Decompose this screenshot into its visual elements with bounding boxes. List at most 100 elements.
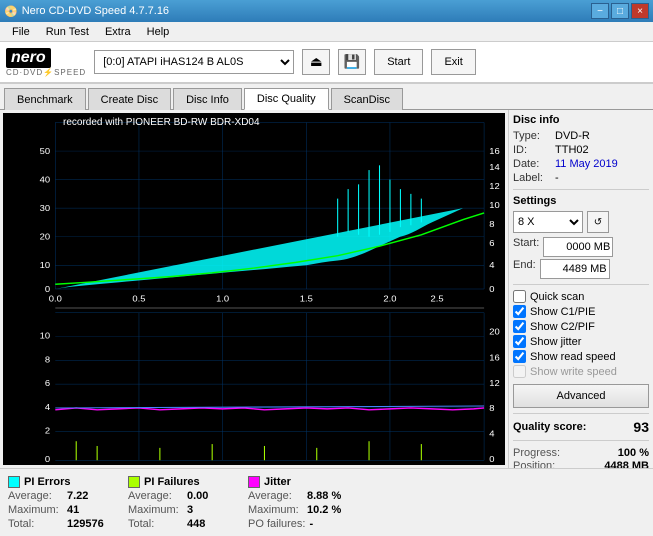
pi-errors-color	[8, 476, 20, 488]
tab-disc-quality[interactable]: Disc Quality	[244, 88, 329, 110]
svg-text:0: 0	[489, 284, 494, 294]
svg-text:6: 6	[45, 378, 50, 388]
drive-select[interactable]: [0:0] ATAPI iHAS124 B AL0S	[94, 50, 294, 74]
jitter-max-row: Maximum: 10.2 %	[248, 504, 348, 516]
svg-text:4: 4	[489, 260, 494, 270]
svg-text:0: 0	[489, 455, 494, 465]
svg-text:8: 8	[45, 355, 50, 365]
nero-logo: nero CD·DVD⚡SPEED	[6, 48, 86, 77]
pi-errors-group: PI Errors Average: 7.22 Maximum: 41 Tota…	[8, 476, 108, 530]
position-label: Position:	[513, 460, 555, 468]
jitter-legend: Jitter	[248, 476, 348, 488]
svg-text:20: 20	[489, 327, 499, 337]
menu-help[interactable]: Help	[139, 24, 178, 40]
menu-file[interactable]: File	[4, 24, 38, 40]
pi-failures-label: PI Failures	[144, 476, 200, 488]
c2-pif-row: Show C2/PIF	[513, 320, 649, 333]
svg-text:8: 8	[489, 403, 494, 413]
chart-svg: 0 10 20 30 40 50 0 4 6 8 10 12 14 16 0.0…	[3, 113, 505, 465]
pif-total-row: Total: 448	[128, 518, 228, 530]
pi-max-value: 41	[67, 504, 79, 516]
read-speed-label: Show read speed	[530, 351, 616, 363]
disc-type-row: Type: DVD-R	[513, 130, 649, 142]
pi-total-value: 129576	[67, 518, 104, 530]
read-speed-checkbox[interactable]	[513, 350, 526, 363]
c1-pie-checkbox[interactable]	[513, 305, 526, 318]
jitter-checkbox[interactable]	[513, 335, 526, 348]
svg-text:10: 10	[40, 260, 50, 270]
write-speed-checkbox	[513, 365, 526, 378]
type-value: DVD-R	[555, 130, 590, 142]
svg-text:8: 8	[489, 220, 494, 230]
jitter-label: Show jitter	[530, 336, 581, 348]
refresh-button[interactable]: ↺	[587, 211, 609, 233]
advanced-button[interactable]: Advanced	[513, 384, 649, 408]
close-button[interactable]: ×	[631, 3, 649, 19]
title-bar-controls: − □ ×	[591, 3, 649, 19]
label-label: Label:	[513, 172, 551, 184]
quick-scan-checkbox[interactable]	[513, 290, 526, 303]
jitter-color	[248, 476, 260, 488]
svg-text:10: 10	[489, 201, 499, 211]
menu-run-test[interactable]: Run Test	[38, 24, 97, 40]
divider-1	[513, 189, 649, 190]
quick-scan-label: Quick scan	[530, 291, 584, 303]
recorded-text: recorded with PIONEER BD-RW BDR-XD04	[63, 117, 260, 128]
position-row: Position: 4488 MB	[513, 460, 649, 468]
progress-value: 100 %	[618, 447, 649, 459]
pi-errors-label: PI Errors	[24, 476, 70, 488]
start-label: Start:	[513, 237, 539, 257]
speed-select[interactable]: 8 X	[513, 211, 583, 233]
menu-bar: File Run Test Extra Help	[0, 22, 653, 42]
svg-text:6: 6	[489, 239, 494, 249]
start-input[interactable]	[543, 237, 613, 257]
jitter-avg-label: Average:	[248, 490, 303, 502]
eject-button[interactable]: ⏏	[302, 49, 330, 75]
jitter-group: Jitter Average: 8.88 % Maximum: 10.2 % P…	[248, 476, 348, 530]
svg-text:16: 16	[489, 353, 499, 363]
svg-text:1.0: 1.0	[216, 294, 229, 304]
tab-scan-disc[interactable]: ScanDisc	[331, 88, 403, 110]
svg-text:4: 4	[489, 429, 494, 439]
c2-pif-checkbox[interactable]	[513, 320, 526, 333]
start-button[interactable]: Start	[374, 49, 423, 75]
settings-title: Settings	[513, 195, 649, 207]
po-value: -	[309, 518, 313, 530]
pif-avg-label: Average:	[128, 490, 183, 502]
position-value: 4488 MB	[604, 460, 649, 468]
save-button[interactable]: 💾	[338, 49, 366, 75]
menu-extra[interactable]: Extra	[97, 24, 139, 40]
svg-text:10: 10	[40, 331, 50, 341]
end-input[interactable]	[540, 259, 610, 279]
id-value: TTH02	[555, 144, 589, 156]
c1-pie-label: Show C1/PIE	[530, 306, 595, 318]
svg-text:40: 40	[40, 175, 50, 185]
po-label: PO failures:	[248, 518, 305, 530]
minimize-button[interactable]: −	[591, 3, 609, 19]
svg-text:14: 14	[489, 162, 499, 172]
divider-4	[513, 440, 649, 441]
pif-avg-value: 0.00	[187, 490, 208, 502]
tab-disc-info[interactable]: Disc Info	[173, 88, 242, 110]
chart-area: recorded with PIONEER BD-RW BDR-XD04	[3, 113, 505, 465]
exit-button[interactable]: Exit	[431, 49, 475, 75]
progress-label: Progress:	[513, 447, 560, 459]
svg-text:0: 0	[45, 455, 50, 465]
date-value: 11 May 2019	[555, 158, 618, 170]
pif-avg-row: Average: 0.00	[128, 490, 228, 502]
tab-benchmark[interactable]: Benchmark	[4, 88, 86, 110]
quality-score-value: 93	[633, 419, 649, 435]
divider-3	[513, 413, 649, 414]
jitter-avg-value: 8.88 %	[307, 490, 341, 502]
content-row: recorded with PIONEER BD-RW BDR-XD04	[0, 110, 653, 468]
pi-avg-row: Average: 7.22	[8, 490, 108, 502]
type-label: Type:	[513, 130, 551, 142]
progress-section: Progress: 100 % Position: 4488 MB Speed:…	[513, 447, 649, 468]
pif-max-row: Maximum: 3	[128, 504, 228, 516]
quick-scan-row: Quick scan	[513, 290, 649, 303]
tab-create-disc[interactable]: Create Disc	[88, 88, 171, 110]
pi-failures-color	[128, 476, 140, 488]
svg-text:0: 0	[45, 284, 50, 294]
maximize-button[interactable]: □	[611, 3, 629, 19]
svg-text:0.0: 0.0	[49, 294, 62, 304]
